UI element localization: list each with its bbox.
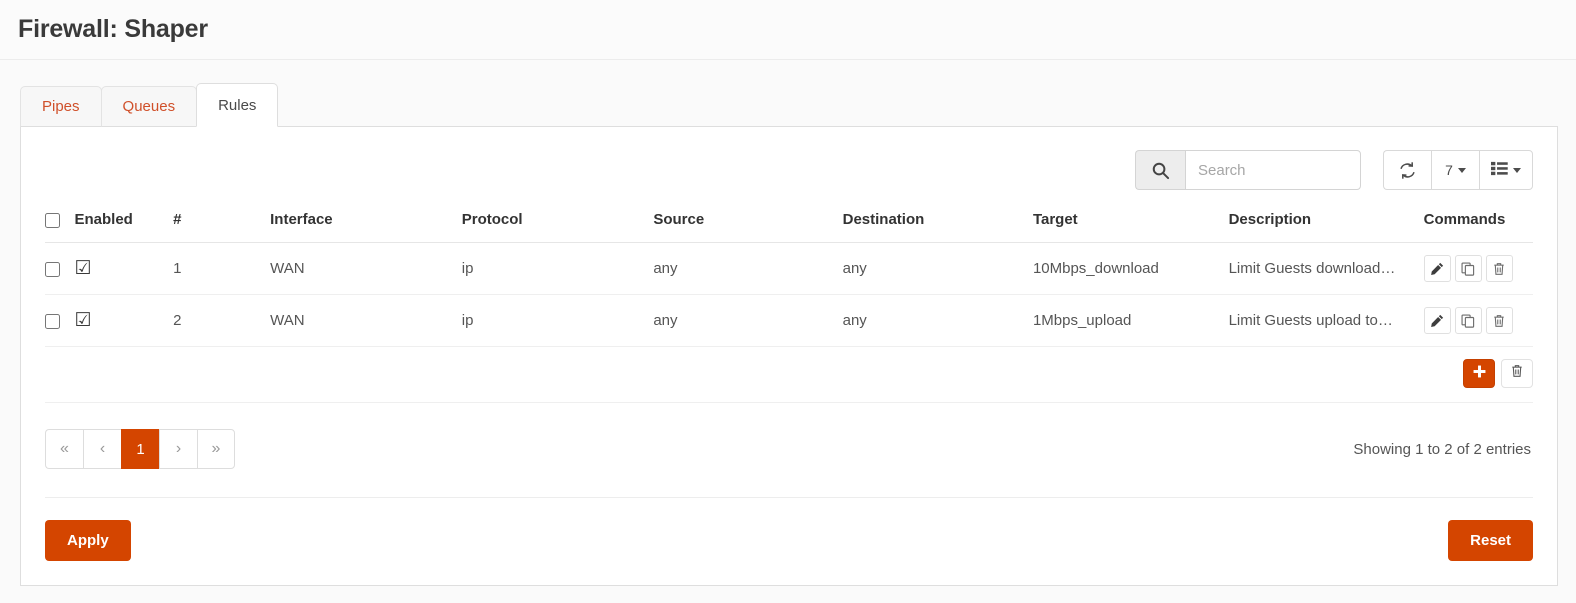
page-header: Firewall: Shaper [0,0,1576,60]
tab-bar: Pipes Queues Rules [0,60,1576,127]
row-enabled-cell: ☑ [75,243,174,295]
pagination-last[interactable]: » [197,429,235,469]
pagination-row: « ‹ 1 › » Showing 1 to 2 of 2 entries [45,429,1533,469]
row-select-cell [45,295,75,347]
page-size-value: 7 [1445,162,1453,178]
row-select-cell [45,243,75,295]
table-row-actions [45,347,1533,403]
apply-button[interactable]: Apply [45,520,131,561]
delete-icon[interactable] [1486,307,1513,334]
clone-icon[interactable] [1455,255,1482,282]
header-number[interactable]: # [173,203,270,243]
delete-icon[interactable] [1486,255,1513,282]
firewall-shaper-page: Firewall: Shaper Pipes Queues Rules [0,0,1576,603]
row-source: any [653,295,842,347]
tab-queues[interactable]: Queues [101,86,198,127]
pagination-previous[interactable]: ‹ [83,429,121,469]
pagination-first[interactable]: « [45,429,83,469]
row-protocol: ip [462,243,654,295]
rules-table: Enabled # Interface Protocol Source Dest… [45,203,1533,347]
clone-icon[interactable] [1455,307,1482,334]
row-description: Limit Guests download… [1229,260,1415,277]
row-description-cell: Limit Guests download… [1229,243,1424,295]
search-icon[interactable] [1135,150,1185,190]
reset-button[interactable]: Reset [1448,520,1533,561]
page-title: Firewall: Shaper [18,15,208,44]
select-all-checkbox[interactable] [45,213,60,228]
header-protocol[interactable]: Protocol [462,203,654,243]
delete-selected-button[interactable] [1501,359,1533,388]
table-header-row: Enabled # Interface Protocol Source Dest… [45,203,1533,243]
search-group [1135,150,1361,190]
header-description[interactable]: Description [1229,203,1424,243]
rules-panel: 7 [20,126,1558,586]
row-checkbox[interactable] [45,262,60,277]
trash-icon [1510,364,1524,383]
pagination: « ‹ 1 › » [45,429,235,469]
row-destination: any [843,243,1033,295]
columns-list-icon [1491,161,1508,179]
header-destination[interactable]: Destination [843,203,1033,243]
row-description: Limit Guests upload to… [1229,312,1415,329]
enabled-checked-icon[interactable]: ☑ [75,258,92,279]
header-enabled[interactable]: Enabled [75,203,174,243]
tab-pipes[interactable]: Pipes [20,86,102,127]
pagination-next[interactable]: › [159,429,197,469]
page-size-dropdown[interactable]: 7 [1431,150,1479,190]
row-source: any [653,243,842,295]
add-rule-button[interactable] [1463,359,1495,388]
header-commands: Commands [1424,203,1533,243]
row-target: 1Mbps_upload [1033,295,1229,347]
table-row[interactable]: ☑ 2 WAN ip any any 1Mbps_upload Limit Gu… [45,295,1533,347]
edit-icon[interactable] [1424,307,1451,334]
pagination-page-1[interactable]: 1 [121,429,159,469]
search-input[interactable] [1185,150,1361,190]
entries-summary: Showing 1 to 2 of 2 entries [1353,441,1533,458]
plus-icon [1473,365,1486,383]
header-select-all [45,203,75,243]
header-interface[interactable]: Interface [270,203,462,243]
row-destination: any [843,295,1033,347]
form-actions: Apply Reset [45,497,1533,585]
row-number: 1 [173,243,270,295]
row-protocol: ip [462,295,654,347]
row-number: 2 [173,295,270,347]
table-controls-group: 7 [1383,150,1533,190]
row-enabled-cell: ☑ [75,295,174,347]
header-source[interactable]: Source [653,203,842,243]
column-chooser-dropdown[interactable] [1479,150,1533,190]
row-interface: WAN [270,295,462,347]
row-commands-cell [1424,295,1533,347]
edit-icon[interactable] [1424,255,1451,282]
table-row[interactable]: ☑ 1 WAN ip any any 10Mbps_download Limit… [45,243,1533,295]
table-toolbar: 7 [45,149,1533,191]
row-checkbox[interactable] [45,314,60,329]
header-target[interactable]: Target [1033,203,1229,243]
tab-rules[interactable]: Rules [196,83,278,127]
row-commands-cell [1424,243,1533,295]
chevron-down-icon [1458,168,1466,173]
enabled-checked-icon[interactable]: ☑ [75,310,92,331]
chevron-down-icon [1513,168,1521,173]
row-target: 10Mbps_download [1033,243,1229,295]
row-description-cell: Limit Guests upload to… [1229,295,1424,347]
row-interface: WAN [270,243,462,295]
refresh-icon[interactable] [1383,150,1431,190]
